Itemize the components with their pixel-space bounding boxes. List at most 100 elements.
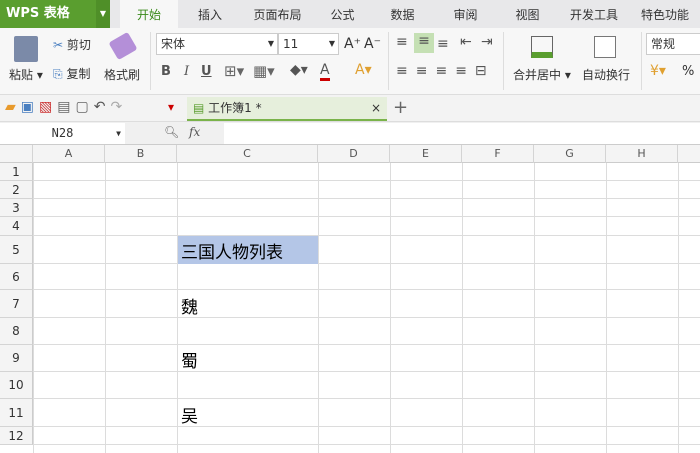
tab-data[interactable]: 数据 [380, 0, 425, 28]
underline-button[interactable]: U [201, 64, 212, 79]
currency-icon[interactable]: ¥▾ [650, 63, 666, 79]
column-header[interactable]: D [318, 145, 390, 163]
document-icon: ▤ [193, 101, 205, 115]
copy-button[interactable]: ⎘ 复制 [53, 65, 90, 82]
tab-home[interactable]: 开始 [120, 0, 178, 28]
wrap-text-button[interactable]: 自动换行 [582, 66, 630, 83]
grid-line [33, 371, 700, 372]
font-size-select[interactable]: 11 ▼ [278, 33, 339, 55]
italic-button[interactable]: I [184, 64, 189, 79]
column-header[interactable]: A [33, 145, 105, 163]
document-tab[interactable]: ▤ 工作簿1 * × [187, 97, 387, 121]
grid-line [105, 163, 106, 453]
decrease-indent-icon[interactable]: ⇤ [460, 34, 472, 50]
grid-line [33, 317, 700, 318]
save-icon[interactable]: ▣ [21, 99, 39, 115]
tab-review[interactable]: 审阅 [443, 0, 488, 28]
row-header[interactable]: 10 [0, 372, 33, 399]
row-header[interactable]: 12 [0, 427, 33, 445]
name-box[interactable]: N28 ▼ [0, 123, 125, 144]
grid-line [33, 198, 700, 199]
select-all-button[interactable] [0, 145, 33, 163]
row-header[interactable]: 1 [0, 163, 33, 181]
row-header[interactable]: 7 [0, 290, 33, 318]
column-header[interactable]: G [534, 145, 606, 163]
grid-line [606, 163, 607, 453]
formula-input[interactable] [224, 123, 700, 144]
tab-insert[interactable]: 插入 [185, 0, 235, 28]
row-header[interactable]: 9 [0, 345, 33, 372]
cell-c9[interactable]: 蜀 [177, 347, 198, 372]
number-format-select[interactable]: 常规 [646, 33, 700, 55]
grid-line [33, 216, 700, 217]
grid-line [33, 289, 700, 290]
grid-line [318, 163, 319, 453]
cell-style-icon[interactable]: ▦▾ [253, 62, 275, 80]
cell-c7[interactable]: 魏 [177, 293, 198, 318]
grid-line [33, 263, 700, 264]
align-top-icon[interactable]: ≡ [396, 34, 408, 50]
merge-center-icon [531, 36, 553, 58]
app-dropdown-icon[interactable]: ▼ [96, 0, 110, 28]
cell-c11[interactable]: 吴 [177, 402, 198, 427]
format-painter-button[interactable]: 格式刷 [104, 66, 140, 83]
divider [503, 32, 504, 90]
row-header[interactable]: 8 [0, 318, 33, 345]
export-pdf-icon[interactable]: ▧ [39, 99, 57, 115]
align-middle-icon[interactable]: ≡ [414, 33, 434, 53]
grid-line [33, 235, 700, 236]
column-header[interactable]: B [105, 145, 177, 163]
increase-font-icon[interactable]: A⁺ [344, 36, 361, 52]
tab-view[interactable]: 视图 [505, 0, 550, 28]
clear-format-icon[interactable]: A▾ [355, 62, 372, 78]
column-header[interactable]: F [462, 145, 534, 163]
font-name-select[interactable]: 宋体 ▼ [156, 33, 278, 55]
row-header[interactable]: 3 [0, 199, 33, 217]
horizontal-align-icons[interactable]: ≡≡≡≡⊟ [396, 63, 495, 79]
cut-button[interactable]: ✂ 剪切 [53, 36, 91, 53]
grid-line [390, 163, 391, 453]
tab-formulas[interactable]: 公式 [320, 0, 365, 28]
grid-line [678, 163, 679, 453]
fill-color-icon[interactable]: ◆▾ [290, 62, 308, 78]
grid-line [33, 426, 700, 427]
print-icon[interactable]: ▤ [57, 99, 75, 115]
paste-icon[interactable] [14, 36, 38, 62]
wps-app-button[interactable]: WPS 表格 [0, 0, 110, 28]
row-header[interactable]: 4 [0, 217, 33, 236]
print-preview-icon[interactable]: ▢ [75, 99, 93, 115]
borders-icon[interactable]: ⊞▾ [224, 62, 244, 80]
row-header[interactable]: 2 [0, 181, 33, 199]
decrease-font-icon[interactable]: A⁻ [364, 36, 381, 52]
bold-button[interactable]: B [161, 64, 171, 79]
wrap-text-icon [594, 36, 616, 58]
cell-c5[interactable]: 三国人物列表 [177, 238, 283, 263]
column-header[interactable]: E [390, 145, 462, 163]
row-header[interactable]: 6 [0, 264, 33, 290]
divider [641, 32, 642, 90]
increase-indent-icon[interactable]: ⇥ [481, 34, 493, 50]
column-header[interactable]: H [606, 145, 678, 163]
paste-button[interactable]: 粘贴 ▾ [9, 66, 43, 83]
merge-center-button[interactable]: 合并居中 ▾ [513, 66, 571, 83]
row-header[interactable]: 11 [0, 399, 33, 427]
tab-special[interactable]: 特色功能 [635, 0, 695, 28]
tab-developer[interactable]: 开发工具 [565, 0, 623, 28]
insert-function-button[interactable]: fx [189, 125, 200, 139]
close-icon[interactable]: × [371, 97, 381, 119]
customize-dropdown-icon[interactable]: ▾ [168, 100, 174, 114]
align-bottom-icon[interactable]: ≡ [437, 36, 449, 52]
quick-access-icons[interactable]: ▰▣▧▤▢↶↷ [5, 99, 127, 115]
new-tab-icon[interactable]: + [393, 97, 408, 118]
copy-icon: ⎘ [53, 67, 63, 81]
row-header[interactable]: 5 [0, 236, 33, 264]
open-icon[interactable]: ▰ [5, 99, 21, 115]
zoom-search-icon[interactable]: 🔍︎ [164, 125, 179, 139]
redo-icon[interactable]: ↷ [110, 99, 127, 115]
undo-icon[interactable]: ↶ [94, 99, 111, 115]
scissors-icon: ✂ [53, 38, 64, 52]
tab-page-layout[interactable]: 页面布局 [245, 0, 310, 28]
percent-button[interactable]: % [682, 64, 694, 79]
column-header[interactable]: C [177, 145, 318, 163]
font-color-icon[interactable]: A [320, 62, 330, 81]
